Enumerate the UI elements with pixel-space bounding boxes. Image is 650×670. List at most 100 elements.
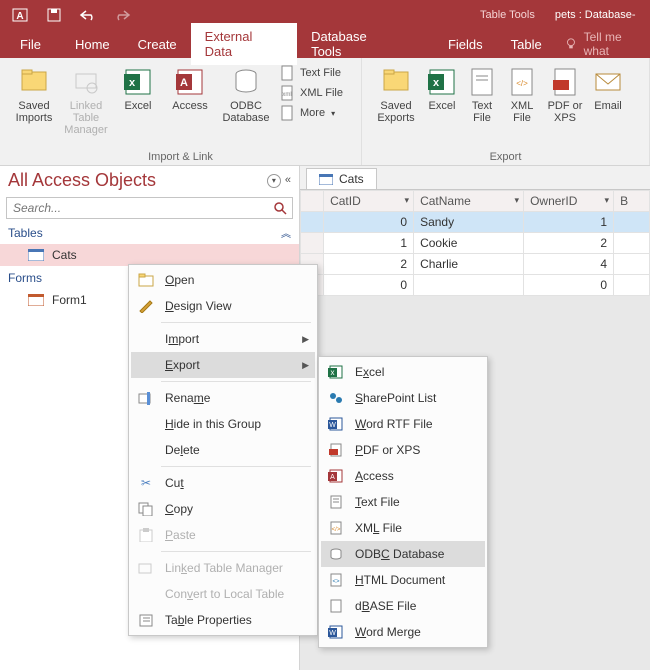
- ctx-open[interactable]: OOpenpen: [131, 267, 315, 293]
- ctx-linked-table-manager[interactable]: Linked Table Manager: [131, 555, 315, 581]
- export-pdf-xps-button[interactable]: PDF or XPS: [542, 62, 588, 124]
- saved-exports-button[interactable]: Saved Exports: [370, 62, 422, 124]
- tab-home[interactable]: Home: [61, 31, 124, 58]
- nav-item-label: Form1: [52, 293, 87, 307]
- undo-icon[interactable]: [74, 3, 102, 27]
- ctx-export-pdf-xps[interactable]: PDF or XPS: [321, 437, 485, 463]
- ctx-export-dbase[interactable]: dBASE File: [321, 593, 485, 619]
- import-more-button[interactable]: More▾: [276, 104, 347, 122]
- table-row[interactable]: 0Sandy1: [301, 212, 650, 233]
- ctx-table-properties[interactable]: Table Properties: [131, 607, 315, 633]
- column-header-extra[interactable]: B: [614, 191, 650, 212]
- export-email-button[interactable]: Email: [588, 62, 628, 112]
- ctx-export-word-merge[interactable]: WWord Merge: [321, 619, 485, 645]
- search-icon[interactable]: [268, 201, 292, 215]
- ctx-cut[interactable]: ✂Cut: [131, 470, 315, 496]
- access-icon: A: [327, 468, 345, 484]
- save-icon[interactable]: [40, 3, 68, 27]
- svg-text:A: A: [180, 77, 188, 89]
- odbc-icon: [327, 546, 345, 562]
- nav-item-cats[interactable]: Cats: [0, 244, 299, 266]
- table-row-new[interactable]: ✱00: [301, 275, 650, 296]
- table-icon: [319, 174, 333, 185]
- svg-text:xml: xml: [282, 92, 291, 98]
- access-app-icon[interactable]: A: [6, 3, 34, 27]
- column-header-ownerid[interactable]: OwnerID▾: [524, 191, 614, 212]
- export-excel-button[interactable]: xExcel: [422, 62, 462, 112]
- ctx-export-word-rtf[interactable]: WWord RTF File: [321, 411, 485, 437]
- table-row[interactable]: 1Cookie2: [301, 233, 650, 254]
- import-access-button[interactable]: AAccess: [164, 62, 216, 112]
- ctx-copy[interactable]: Copy: [131, 496, 315, 522]
- nav-search[interactable]: [6, 197, 293, 219]
- svg-text:W: W: [329, 630, 336, 637]
- export-xml-file-button[interactable]: </>XML File: [502, 62, 542, 124]
- ctx-convert-local[interactable]: Convert to Local Table: [131, 581, 315, 607]
- ctx-export-excel[interactable]: xExcel: [321, 359, 485, 385]
- ctx-design-view[interactable]: Design View: [131, 293, 315, 319]
- column-header-catid[interactable]: CatID▾: [324, 191, 414, 212]
- ctx-export-html[interactable]: <>HTML Document: [321, 567, 485, 593]
- ctx-export-sharepoint[interactable]: SharePoint List: [321, 385, 485, 411]
- nav-pane-title[interactable]: All Access Objects: [8, 170, 156, 191]
- ctx-import[interactable]: Import▶: [131, 326, 315, 352]
- nav-group-tables[interactable]: Tables︽: [0, 221, 299, 244]
- dbase-icon: [327, 598, 345, 614]
- chevron-down-icon[interactable]: ▾: [605, 195, 610, 206]
- sharepoint-icon: [327, 390, 345, 406]
- tell-me-search[interactable]: Tell me what: [564, 30, 650, 58]
- column-header-catname[interactable]: CatName▾: [414, 191, 524, 212]
- ctx-export-text-file[interactable]: Text File: [321, 489, 485, 515]
- svg-text:<>: <>: [332, 579, 340, 585]
- linked-table-manager-button[interactable]: Linked Table Manager: [60, 62, 112, 136]
- ctx-export-access[interactable]: AAccess: [321, 463, 485, 489]
- ctx-rename[interactable]: Rename: [131, 385, 315, 411]
- nav-search-input[interactable]: [7, 198, 268, 218]
- import-text-file-button[interactable]: Text File: [276, 64, 347, 82]
- saved-imports-button[interactable]: Saved Imports: [8, 62, 60, 124]
- group-import-link: Saved Imports Linked Table Manager xExce…: [0, 58, 362, 165]
- import-xml-file-button[interactable]: xmlXML File: [276, 84, 347, 102]
- nav-collapse-icon[interactable]: «: [285, 174, 291, 188]
- import-odbc-button[interactable]: ODBC Database: [216, 62, 276, 124]
- group-label-export: Export: [362, 151, 649, 163]
- ctx-export-odbc[interactable]: ODBC Database: [321, 541, 485, 567]
- chevron-down-icon[interactable]: ▾: [515, 195, 520, 206]
- form-icon: [28, 294, 44, 306]
- tab-file[interactable]: File: [0, 31, 61, 58]
- ctx-hide[interactable]: Hide in this Group: [131, 411, 315, 437]
- ctx-paste[interactable]: Paste: [131, 522, 315, 548]
- collapse-icon: ︽: [281, 225, 291, 240]
- copy-icon: [137, 501, 155, 517]
- redo-icon[interactable]: [108, 3, 136, 27]
- export-text-file-button[interactable]: Text File: [462, 62, 502, 124]
- rename-icon: [137, 390, 155, 406]
- svg-text:x: x: [129, 77, 136, 89]
- ctx-export[interactable]: Export▶: [131, 352, 315, 378]
- table-row[interactable]: 2Charlie4: [301, 254, 650, 275]
- context-submenu-export: xExcel SharePoint List WWord RTF File PD…: [318, 356, 488, 648]
- nav-filter-icon[interactable]: ▾: [267, 174, 281, 188]
- import-excel-button[interactable]: xExcel: [112, 62, 164, 112]
- chevron-right-icon: ▶: [302, 360, 309, 371]
- tell-me-label: Tell me what: [584, 30, 650, 58]
- datasheet-grid[interactable]: CatID▾ CatName▾ OwnerID▾ B 0Sandy1 1Cook…: [300, 190, 650, 296]
- ctx-delete[interactable]: Delete: [131, 437, 315, 463]
- properties-icon: [137, 612, 155, 628]
- design-icon: [137, 298, 155, 314]
- svg-text:</>: </>: [332, 527, 341, 533]
- tab-fields[interactable]: Fields: [434, 31, 497, 58]
- contextual-tab-label: Table Tools: [470, 9, 545, 21]
- chevron-down-icon[interactable]: ▾: [405, 195, 410, 206]
- ctx-export-xml-file[interactable]: </>XML File: [321, 515, 485, 541]
- document-tab-cats[interactable]: Cats: [306, 168, 377, 189]
- document-title: pets : Database-: [545, 9, 636, 21]
- tab-create[interactable]: Create: [124, 31, 191, 58]
- select-all-cell[interactable]: [301, 191, 324, 212]
- text-file-icon: [327, 494, 345, 510]
- chevron-right-icon: ▶: [302, 334, 309, 345]
- bulb-icon: [564, 37, 578, 51]
- tab-table[interactable]: Table: [497, 31, 556, 58]
- excel-icon: x: [327, 364, 345, 380]
- svg-text:W: W: [329, 422, 336, 429]
